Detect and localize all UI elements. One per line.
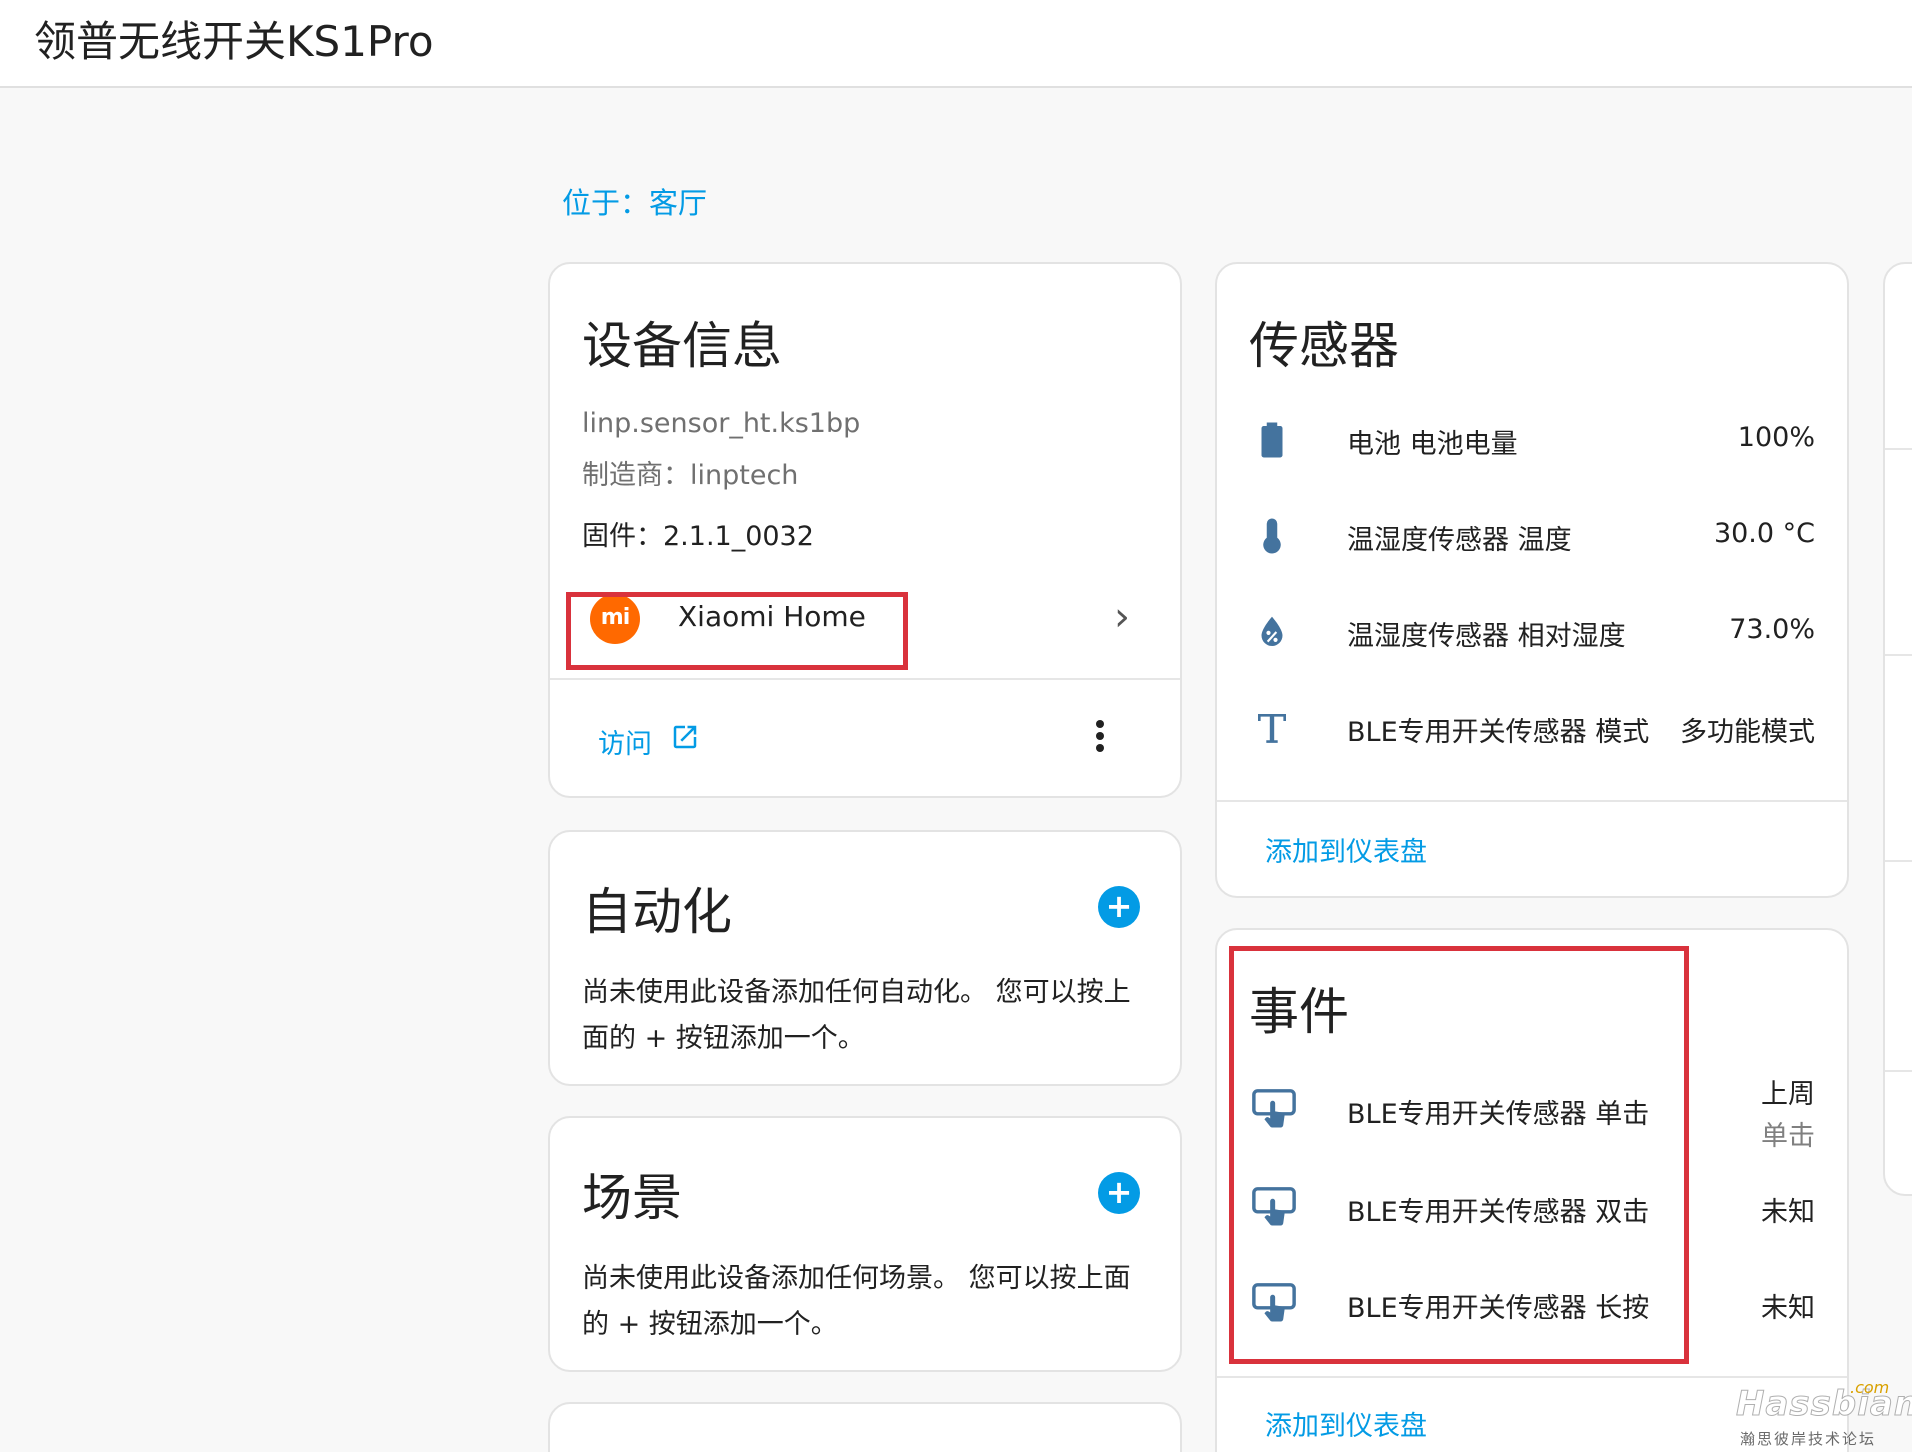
- device-info-title: 设备信息: [582, 317, 782, 375]
- device-firmware: 固件：2.1.1_0032: [582, 521, 814, 552]
- sensor-value: 30.0 °C: [1713, 518, 1815, 549]
- add-automation-button[interactable]: +: [1098, 886, 1140, 928]
- thermometer-icon: [1263, 518, 1281, 554]
- automation-description: 尚未使用此设备添加任何自动化。 您可以按上面的 + 按钮添加一个。: [582, 977, 1131, 1054]
- add-to-dashboard-button[interactable]: 添加到仪表盘: [1265, 830, 1427, 869]
- open-in-new-icon[interactable]: [670, 722, 700, 752]
- sensor-label: 电池 电池电量: [1347, 429, 1518, 460]
- sensor-row[interactable]: 温湿度传感器 相对湿度 73.0%: [1217, 602, 1847, 662]
- scene-card: 场景 + 尚未使用此设备添加任何场景。 您可以按上面的 + 按钮添加一个。: [548, 1116, 1182, 1372]
- automation-card: 自动化 + 尚未使用此设备添加任何自动化。 您可以按上面的 + 按钮添加一个。: [548, 830, 1182, 1086]
- highlight-box: [1229, 946, 1689, 1364]
- event-value: 未知: [1761, 1197, 1815, 1228]
- sensor-label: 温湿度传感器 温度: [1347, 525, 1572, 556]
- divider: [1217, 1376, 1847, 1378]
- forum-watermark: Hassbian .com 瀚思彼岸技术论坛: [1735, 1378, 1912, 1448]
- event-value: 未知: [1761, 1293, 1815, 1324]
- sensor-label: 温湿度传感器 相对湿度: [1347, 621, 1626, 652]
- automation-title: 自动化: [582, 883, 732, 941]
- add-scene-button[interactable]: +: [1098, 1172, 1140, 1214]
- sensor-label: BLE专用开关传感器 模式: [1347, 717, 1650, 748]
- scene-title: 场景: [582, 1169, 682, 1227]
- event-type: 单击: [1761, 1121, 1815, 1152]
- add-to-dashboard-button[interactable]: 添加到仪表盘: [1265, 1404, 1427, 1443]
- scene-description: 尚未使用此设备添加任何场景。 您可以按上面的 + 按钮添加一个。: [582, 1263, 1131, 1340]
- offscreen-card: [1883, 262, 1912, 1196]
- visit-link[interactable]: 访问: [598, 722, 652, 761]
- top-app-bar: 领普无线开关KS1Pro: [0, 0, 1912, 88]
- device-model: linp.sensor_ht.ks1bp: [582, 408, 861, 439]
- divider: [550, 678, 1180, 680]
- sensor-row[interactable]: 温湿度传感器 温度 30.0 °C: [1217, 506, 1847, 566]
- chevron-right-icon: ›: [1114, 594, 1130, 640]
- water-percent-icon: [1261, 616, 1283, 646]
- sensor-row[interactable]: BLE专用开关传感器 模式 多功能模式: [1217, 698, 1847, 758]
- sensor-row[interactable]: 电池 电池电量 100%: [1217, 410, 1847, 470]
- sensor-value: 多功能模式: [1680, 717, 1815, 748]
- sensor-value: 100%: [1737, 422, 1815, 453]
- highlight-box: [566, 592, 908, 670]
- text-icon: [1258, 714, 1286, 743]
- sensor-value: 73.0%: [1729, 614, 1815, 645]
- area-link[interactable]: 位于：客厅: [562, 180, 707, 222]
- more-menu-icon[interactable]: [1096, 720, 1106, 760]
- divider: [1217, 800, 1847, 802]
- events-card: 事件 BLE专用开关传感器 单击 上周 单击 BLE专用开关传感器 双击 未知 …: [1215, 928, 1849, 1452]
- event-value: 上周: [1761, 1079, 1815, 1110]
- device-manufacturer: 制造商：linptech: [582, 460, 799, 491]
- device-info-card: 设备信息 linp.sensor_ht.ks1bp 制造商：linptech 固…: [548, 262, 1182, 798]
- page-title: 领普无线开关KS1Pro: [34, 17, 434, 66]
- next-card: [548, 1402, 1182, 1452]
- battery-icon: [1261, 422, 1283, 458]
- sensors-title: 传感器: [1249, 317, 1399, 375]
- sensors-card: 传感器 电池 电池电量 100% 温湿度传感器 温度 30.0 °C 温湿度传感…: [1215, 262, 1849, 898]
